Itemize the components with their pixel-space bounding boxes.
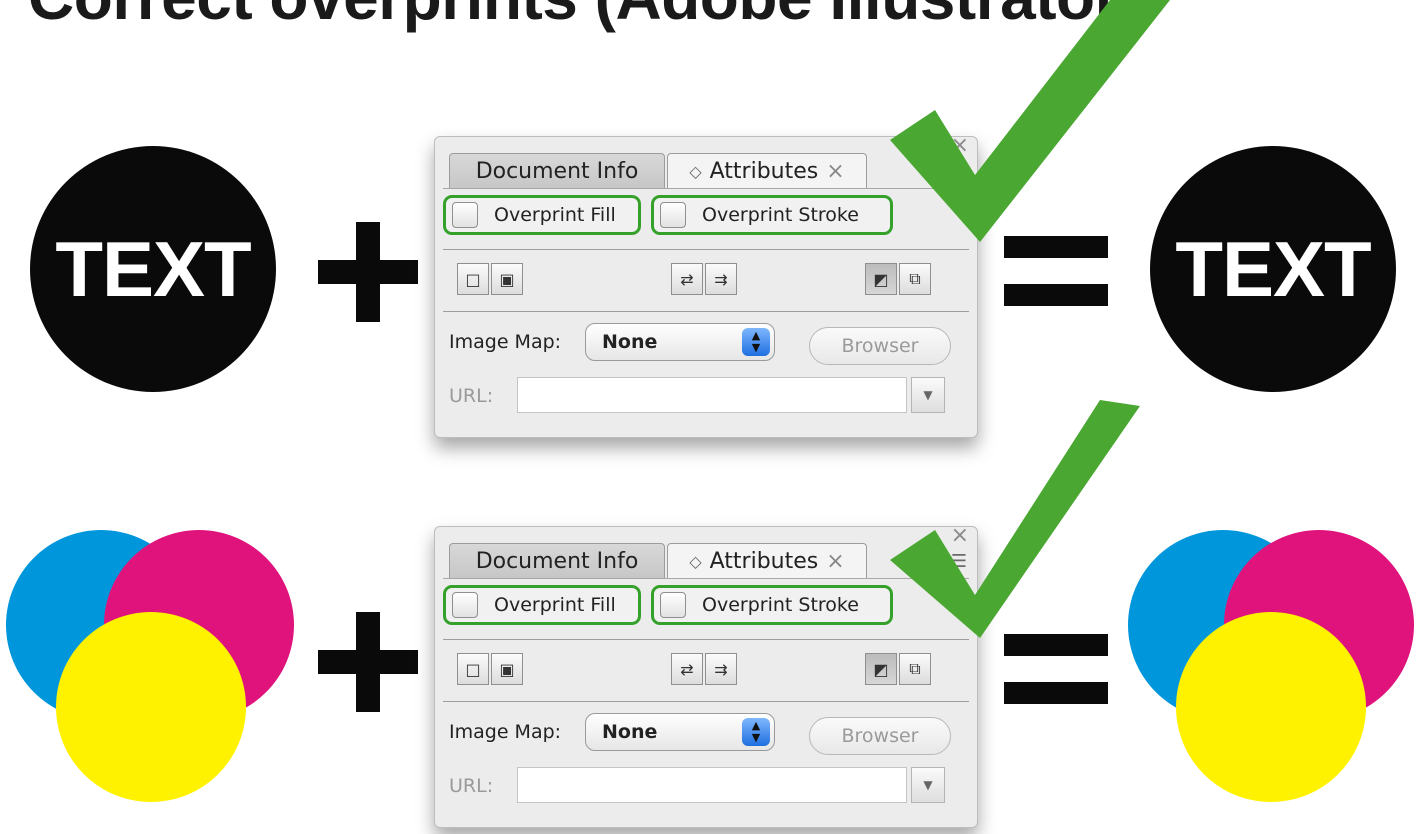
square-dot-icon: ▣	[499, 659, 515, 679]
evenodd-icon: ⧉	[909, 269, 921, 288]
tab-attributes[interactable]: ◇ Attributes ×	[667, 153, 867, 189]
evenodd-fill-button[interactable]: ⧉	[899, 263, 931, 295]
direction-button-group: ⇄ ⇉	[671, 653, 739, 685]
evenodd-fill-button[interactable]: ⧉	[899, 653, 931, 685]
nonzero-icon: ◩	[873, 269, 889, 289]
yellow-circle	[56, 612, 246, 802]
image-map-label: Image Map:	[449, 331, 562, 353]
equals-icon	[1004, 634, 1108, 704]
overprint-stroke-group[interactable]: Overprint Stroke	[651, 195, 893, 235]
show-center-button[interactable]: ▣	[491, 653, 523, 685]
overprint-stroke-label: Overprint Stroke	[702, 594, 859, 616]
tab-label: Document Info	[475, 159, 639, 184]
reverse-direction-button[interactable]: ⇄	[671, 653, 703, 685]
url-dropdown-button[interactable]: ▼	[911, 767, 945, 803]
direction-button-group: ⇄ ⇉	[671, 263, 739, 295]
plus-icon	[318, 222, 418, 322]
fill-rule-button-group: ◩ ⧉	[865, 653, 933, 685]
tab-attributes[interactable]: ◇ Attributes ×	[667, 543, 867, 579]
overprint-fill-checkbox[interactable]	[452, 592, 478, 618]
reverse-direction-button[interactable]: ⇄	[671, 263, 703, 295]
forward-arrows-icon: ⇉	[714, 269, 728, 289]
fill-rule-button-group: ◩ ⧉	[865, 263, 933, 295]
overprint-fill-checkbox[interactable]	[452, 202, 478, 228]
square-icon: □	[465, 269, 481, 289]
shape-button-group: □ ▣	[457, 263, 525, 295]
browser-button[interactable]: Browser	[809, 717, 951, 755]
overprint-stroke-label: Overprint Stroke	[702, 204, 859, 226]
overprint-fill-group[interactable]: Overprint Fill	[443, 585, 641, 625]
checkmark-icon	[890, 0, 1170, 242]
tab-document-info[interactable]: Document Info	[449, 153, 665, 189]
reverse-arrows-icon: ⇄	[680, 659, 694, 679]
evenodd-icon: ⧉	[909, 659, 921, 678]
overprint-stroke-checkbox[interactable]	[660, 592, 686, 618]
forward-arrows-icon: ⇉	[714, 659, 728, 679]
divider	[443, 701, 969, 702]
url-input[interactable]	[517, 377, 907, 413]
image-map-select[interactable]: None ▲ ▼	[585, 323, 775, 361]
shape-button-group: □ ▣	[457, 653, 525, 685]
equals-icon	[1004, 236, 1108, 306]
tab-stepper-icon: ◇	[689, 552, 702, 571]
tab-close-icon[interactable]: ×	[826, 549, 844, 574]
tab-close-icon[interactable]: ×	[826, 159, 844, 184]
plus-icon	[318, 612, 418, 712]
checkmark-icon	[890, 400, 1140, 638]
url-label: URL:	[449, 385, 494, 407]
tab-document-info[interactable]: Document Info	[449, 543, 665, 579]
square-icon: □	[465, 659, 481, 679]
browser-button-label: Browser	[841, 725, 919, 747]
url-label: URL:	[449, 775, 494, 797]
url-input[interactable]	[517, 767, 907, 803]
image-map-select[interactable]: None ▲ ▼	[585, 713, 775, 751]
image-map-label: Image Map:	[449, 721, 562, 743]
yellow-circle	[1176, 612, 1366, 802]
hide-center-button[interactable]: □	[457, 653, 489, 685]
browser-button-label: Browser	[841, 335, 919, 357]
divider	[443, 311, 969, 312]
show-center-button[interactable]: ▣	[491, 263, 523, 295]
hide-center-button[interactable]: □	[457, 263, 489, 295]
stepper-arrows-icon: ▲ ▼	[742, 718, 770, 746]
nonzero-fill-button[interactable]: ◩	[865, 263, 897, 295]
nonzero-icon: ◩	[873, 659, 889, 679]
overprint-stroke-checkbox[interactable]	[660, 202, 686, 228]
tab-label: Attributes	[709, 159, 819, 184]
text-circle-after: TEXT	[1150, 146, 1396, 392]
text-circle-before: TEXT	[30, 146, 276, 392]
tab-stepper-icon: ◇	[689, 162, 702, 181]
overprint-fill-label: Overprint Fill	[494, 204, 616, 226]
circle-text-label: TEXT	[1175, 224, 1371, 313]
nonzero-fill-button[interactable]: ◩	[865, 653, 897, 685]
circle-text-label: TEXT	[55, 224, 251, 313]
tab-label: Document Info	[475, 549, 639, 574]
overprint-fill-label: Overprint Fill	[494, 594, 616, 616]
browser-button[interactable]: Browser	[809, 327, 951, 365]
square-dot-icon: ▣	[499, 269, 515, 289]
reverse-arrows-icon: ⇄	[680, 269, 694, 289]
image-map-value: None	[602, 331, 658, 353]
forward-direction-button[interactable]: ⇉	[705, 653, 737, 685]
tab-label: Attributes	[709, 549, 819, 574]
chevron-down-icon: ▼	[923, 778, 933, 792]
stepper-arrows-icon: ▲ ▼	[742, 328, 770, 356]
overprint-fill-group[interactable]: Overprint Fill	[443, 195, 641, 235]
image-map-value: None	[602, 721, 658, 743]
overprint-stroke-group[interactable]: Overprint Stroke	[651, 585, 893, 625]
forward-direction-button[interactable]: ⇉	[705, 263, 737, 295]
